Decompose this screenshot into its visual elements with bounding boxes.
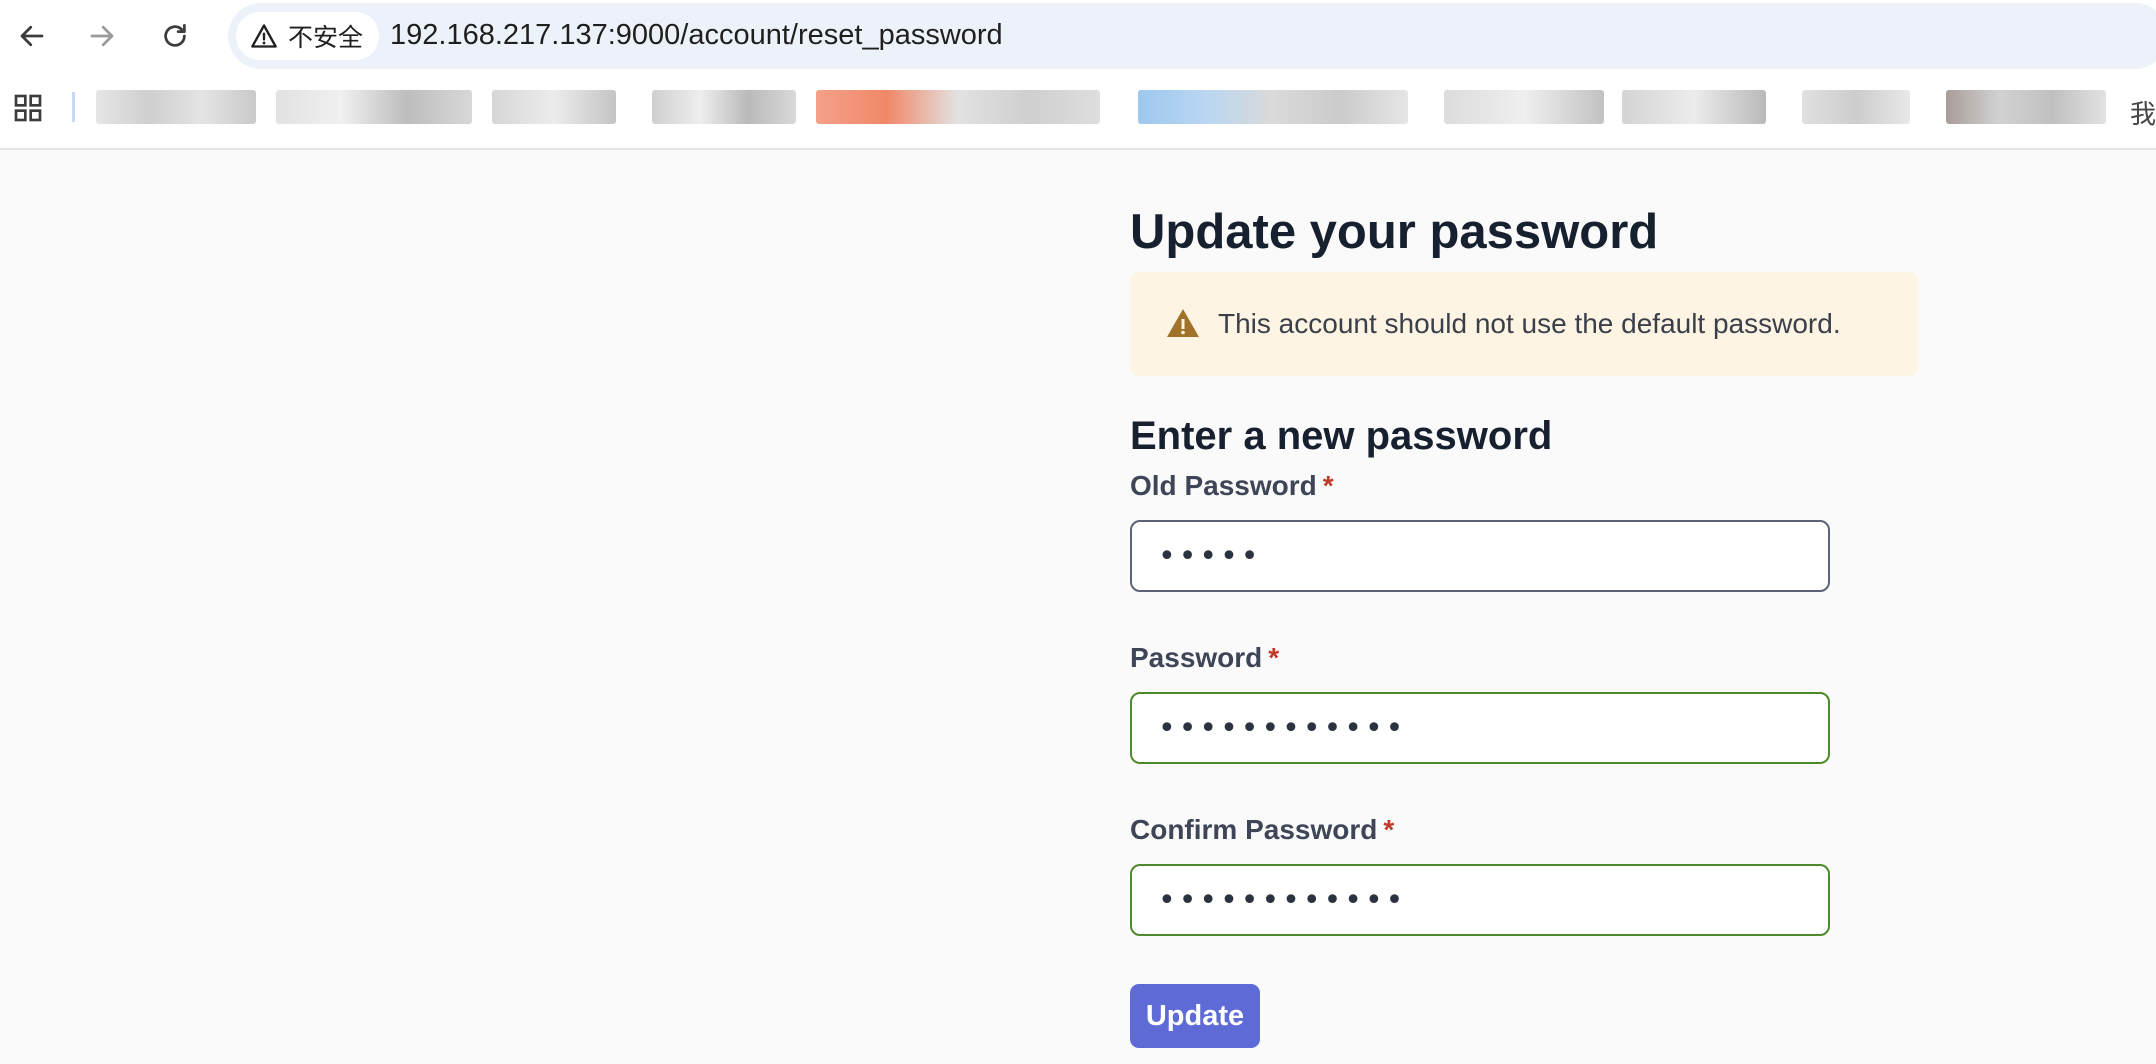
bookmark-overflow-text[interactable]: 我 [2130,94,2156,131]
old-password-input[interactable] [1130,520,1830,592]
bookmark-item[interactable] [1138,90,1408,124]
address-bar[interactable]: 不安全 192.168.217.137:9000/account/reset_p… [228,3,2156,69]
bookmark-item[interactable] [492,90,616,124]
alert-message: This account should not use the default … [1218,308,1841,339]
password-label-text: Password [1130,642,1263,673]
required-mark: * [1383,814,1395,845]
bookmark-item[interactable] [1946,90,2106,124]
form-heading: Enter a new password [1130,414,1553,458]
bookmark-item[interactable] [652,90,796,124]
reload-button[interactable] [155,14,195,58]
arrow-left-icon [20,25,44,47]
new-password-input[interactable] [1130,692,1830,764]
warning-triangle-icon [1167,309,1199,337]
security-indicator[interactable]: 不安全 [236,12,380,60]
confirm-password-label: Confirm Password * [1130,814,1394,846]
old-password-label: Old Password * [1130,470,1334,502]
page-title: Update your password [1130,205,1659,259]
bookmark-item[interactable] [816,90,1100,124]
bookmark-item[interactable] [1622,90,1766,124]
security-label: 不安全 [288,23,364,52]
back-button[interactable] [12,14,52,58]
browser-toolbar: 不安全 192.168.217.137:9000/account/reset_p… [0,0,2156,72]
arrow-right-icon [90,25,114,47]
bookmark-item[interactable] [1802,90,1910,124]
password-label: Password * [1130,642,1279,674]
default-password-alert: This account should not use the default … [1130,272,1918,376]
bookmarks-separator [72,92,75,122]
url-text[interactable]: 192.168.217.137:9000/account/reset_passw… [390,19,1003,52]
required-mark: * [1322,470,1334,501]
bookmark-item[interactable] [276,90,472,124]
update-button[interactable]: Update [1130,984,1260,1048]
bookmark-item[interactable] [96,90,256,124]
warning-icon [251,24,277,48]
apps-grid-icon [14,94,42,122]
apps-button[interactable] [12,92,44,124]
confirm-password-label-text: Confirm Password [1130,814,1378,845]
bookmark-item[interactable] [1444,90,1604,124]
old-password-label-text: Old Password [1130,470,1317,501]
reload-icon [164,24,186,47]
bookmarks-bar: 我 [0,72,2156,150]
required-mark: * [1268,642,1280,673]
confirm-password-input[interactable] [1130,864,1830,936]
forward-button[interactable] [82,14,122,58]
